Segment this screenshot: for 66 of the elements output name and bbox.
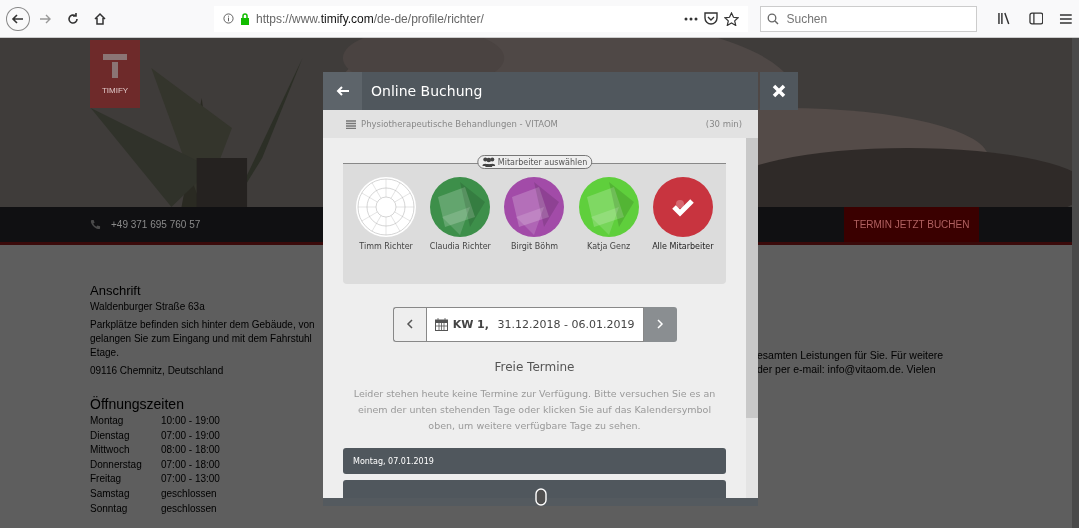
duration-text: (30 min) <box>705 119 742 129</box>
hours-value: 07:00 - 18:00 <box>161 457 220 472</box>
calendar-icon <box>434 318 448 331</box>
logo[interactable]: TIMIFY <box>90 40 140 108</box>
hours-value: 07:00 - 13:00 <box>161 472 220 487</box>
hours-value: 10:00 - 19:00 <box>161 414 220 428</box>
sidebar-icon[interactable] <box>1028 12 1044 25</box>
day-label: Donnerstag <box>90 457 142 472</box>
url-text: https://www.timify.com/de-de/profile/richter/ <box>255 11 484 26</box>
lock-icon <box>239 12 250 25</box>
phone-number[interactable]: +49 371 695 760 57 <box>111 219 201 230</box>
city-text: 09116 Chemnitz, Deutschland <box>90 364 224 378</box>
week-range[interactable]: KW 1, 31.12.2018 - 06.01.2019 <box>425 307 644 342</box>
info-icon[interactable] <box>222 13 234 24</box>
list-icon <box>346 119 356 129</box>
scrollbar-thumb[interactable] <box>746 138 758 418</box>
reload-icon <box>65 11 80 26</box>
close-button[interactable] <box>760 72 798 110</box>
day-label: Sonntag <box>90 501 128 516</box>
back-arrow-icon <box>10 11 25 26</box>
search-icon <box>766 12 779 25</box>
day-header[interactable]: Montag, 07.01.2019 <box>343 448 726 474</box>
chevron-left-icon <box>406 319 413 329</box>
phone-icon <box>90 219 101 230</box>
staff-option[interactable]: Alle Mitarbeiter <box>646 177 719 251</box>
more-icon[interactable] <box>683 16 698 21</box>
staff-option[interactable]: Timm Richter <box>350 177 423 251</box>
search-field[interactable]: Suchen <box>759 5 977 32</box>
people-icon <box>481 157 495 167</box>
chevron-right-icon <box>656 319 664 329</box>
day-label: Montag <box>90 414 124 428</box>
day-label: Freitag <box>90 472 122 487</box>
menu-icon[interactable] <box>1059 12 1074 25</box>
dialog-title: Online Buchung <box>371 83 483 99</box>
info-text: esamten Leistungen für Sie. Für weitere der per e-mail: info@vitaom.de. Vielen <box>757 348 944 377</box>
street-text: Waldenburger Straße 63a <box>90 300 205 314</box>
hours-value: 08:00 - 18:00 <box>161 443 220 458</box>
home-icon <box>93 11 108 26</box>
legend-text: Mitarbeiter auswählen <box>497 157 588 167</box>
mouse-icon <box>535 488 547 506</box>
book-button[interactable]: TERMIN JETZT BUCHEN <box>844 207 979 242</box>
close-icon <box>771 83 787 99</box>
page-scrollbar[interactable] <box>1072 38 1079 528</box>
section-title: Anschrift <box>90 283 141 298</box>
back-arrow-icon <box>335 86 350 96</box>
service-name: Physiotherapeutische Behandlungen - VITAOM <box>361 119 558 129</box>
back-button[interactable] <box>323 72 362 110</box>
address-bar[interactable]: https://www.timify.com/de-de/profile/richter/ <box>213 5 748 32</box>
previous-week-button[interactable] <box>392 307 426 342</box>
logo-icon <box>103 53 127 78</box>
staff-option[interactable]: Birgit Böhm <box>498 177 571 251</box>
day-label: Mittwoch <box>90 443 130 458</box>
staff-option[interactable]: Claudia Richter <box>424 177 497 251</box>
notice-text: Leider stehen heute keine Termine zur Verfügung. Bitte versuchen Sie es an einem der unten stehenden Tage oder klicken Sie auf das Kalendersymbol oben, um weitere verfügbare Tage zu sehen. <box>352 387 717 433</box>
parking-text: Parkplätze befinden sich hinter dem Gebäude, von gelangen Sie zum Eingang und mit dem Fahrstuhl Etage. <box>90 318 315 360</box>
hours-value: 07:00 - 19:00 <box>161 428 220 443</box>
day-label: Samstag <box>90 486 130 501</box>
section-title: Freie Termine <box>493 360 576 374</box>
logo-text: TIMIFY <box>101 85 129 95</box>
section-title: Öffnungszeiten <box>90 396 184 412</box>
hours-value: geschlossen <box>161 501 217 516</box>
day-label: Dienstag <box>90 428 130 443</box>
star-icon[interactable] <box>723 11 739 26</box>
staff-option[interactable]: Katja Genz <box>572 177 645 251</box>
pocket-icon[interactable] <box>703 12 718 25</box>
hours-value: geschlossen <box>161 486 217 501</box>
